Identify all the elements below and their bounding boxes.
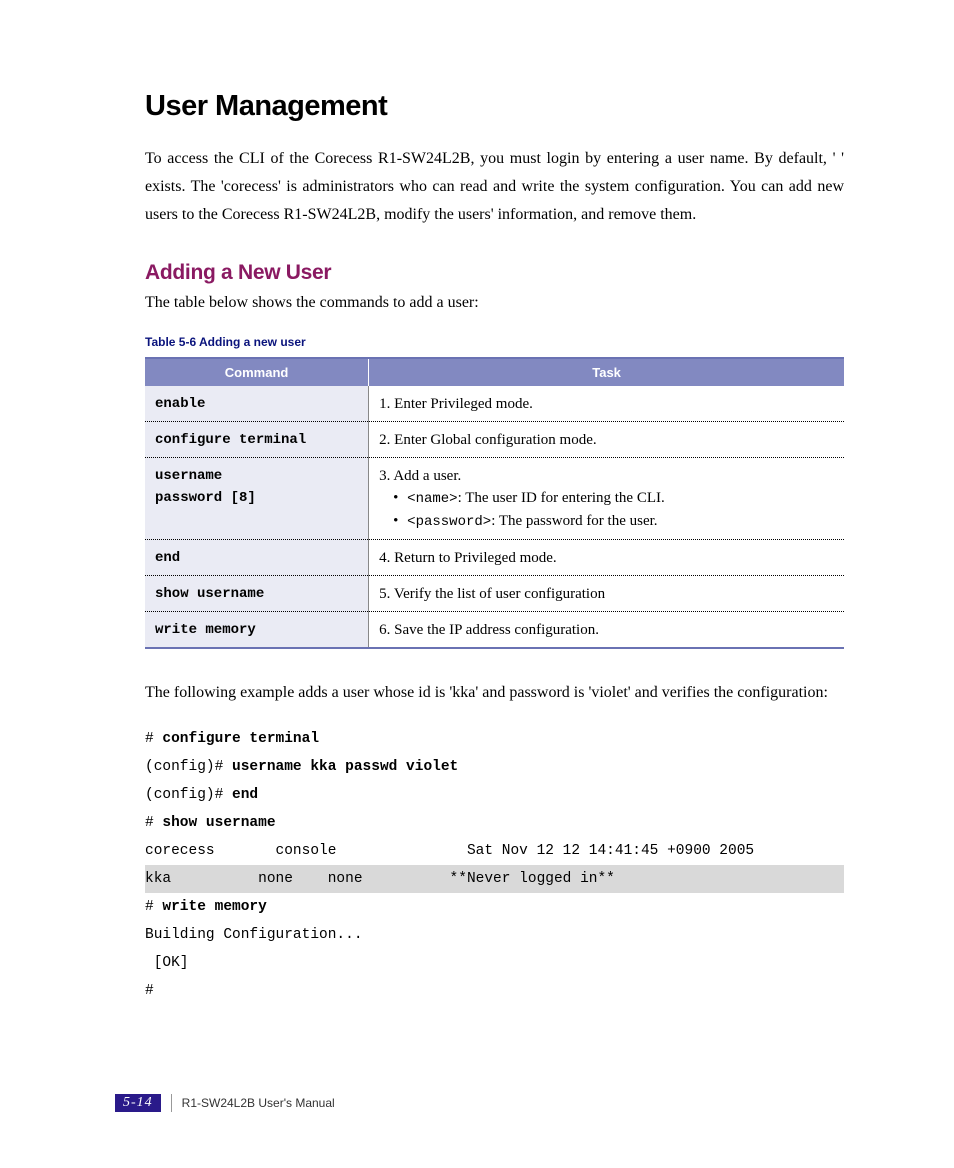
cli-line: (config)# end — [145, 781, 844, 809]
section-intro: The table below shows the commands to ad… — [145, 291, 844, 315]
task-cell: 3. Add a user.<name>: The user ID for en… — [369, 458, 844, 540]
command-cell: username password [8] — [145, 458, 369, 540]
table-header-task: Task — [369, 358, 844, 386]
cli-line: # configure terminal — [145, 725, 844, 753]
command-cell: end — [145, 540, 369, 576]
cli-line: [OK] — [145, 949, 844, 977]
cli-line: corecess console Sat Nov 12 12 14:41:45 … — [145, 837, 844, 865]
task-cell: 4. Return to Privileged mode. — [369, 540, 844, 576]
table-row: end4. Return to Privileged mode. — [145, 540, 844, 576]
table-row: enable1. Enter Privileged mode. — [145, 386, 844, 422]
section-heading: Adding a New User — [145, 261, 844, 285]
cli-line: # — [145, 977, 844, 1005]
table-row: show username5. Verify the list of user … — [145, 576, 844, 612]
page-title: User Management — [145, 90, 844, 123]
page: User Management To access the CLI of the… — [0, 0, 954, 1168]
cli-line: kka none none **Never logged in** — [145, 865, 844, 893]
task-cell: 1. Enter Privileged mode. — [369, 386, 844, 422]
page-footer: 5-14 R1-SW24L2B User's Manual — [115, 1094, 335, 1112]
cli-line: (config)# username kka passwd violet — [145, 753, 844, 781]
cli-line: # write memory — [145, 893, 844, 921]
command-cell: write memory — [145, 612, 369, 649]
footer-product: R1-SW24L2B User's Manual — [182, 1096, 335, 1110]
cli-line: # show username — [145, 809, 844, 837]
command-table: Command Task enable1. Enter Privileged m… — [145, 357, 844, 649]
footer-separator — [171, 1094, 172, 1112]
cli-example: # configure terminal(config)# username k… — [145, 725, 844, 1005]
command-cell: show username — [145, 576, 369, 612]
table-header-command: Command — [145, 358, 369, 386]
task-cell: 5. Verify the list of user configuration — [369, 576, 844, 612]
intro-paragraph: To access the CLI of the Corecess R1-SW2… — [145, 145, 844, 229]
table-caption: Table 5-6 Adding a new user — [145, 335, 844, 349]
command-cell: enable — [145, 386, 369, 422]
command-cell: configure terminal — [145, 422, 369, 458]
page-number-badge: 5-14 — [115, 1094, 161, 1112]
table-row: write memory6. Save the IP address confi… — [145, 612, 844, 649]
table-row: username password [8]3. Add a user.<name… — [145, 458, 844, 540]
task-cell: 6. Save the IP address configuration. — [369, 612, 844, 649]
cli-line: Building Configuration... — [145, 921, 844, 949]
table-row: configure terminal2. Enter Global config… — [145, 422, 844, 458]
task-cell: 2. Enter Global configuration mode. — [369, 422, 844, 458]
example-intro: The following example adds a user whose … — [145, 679, 844, 707]
